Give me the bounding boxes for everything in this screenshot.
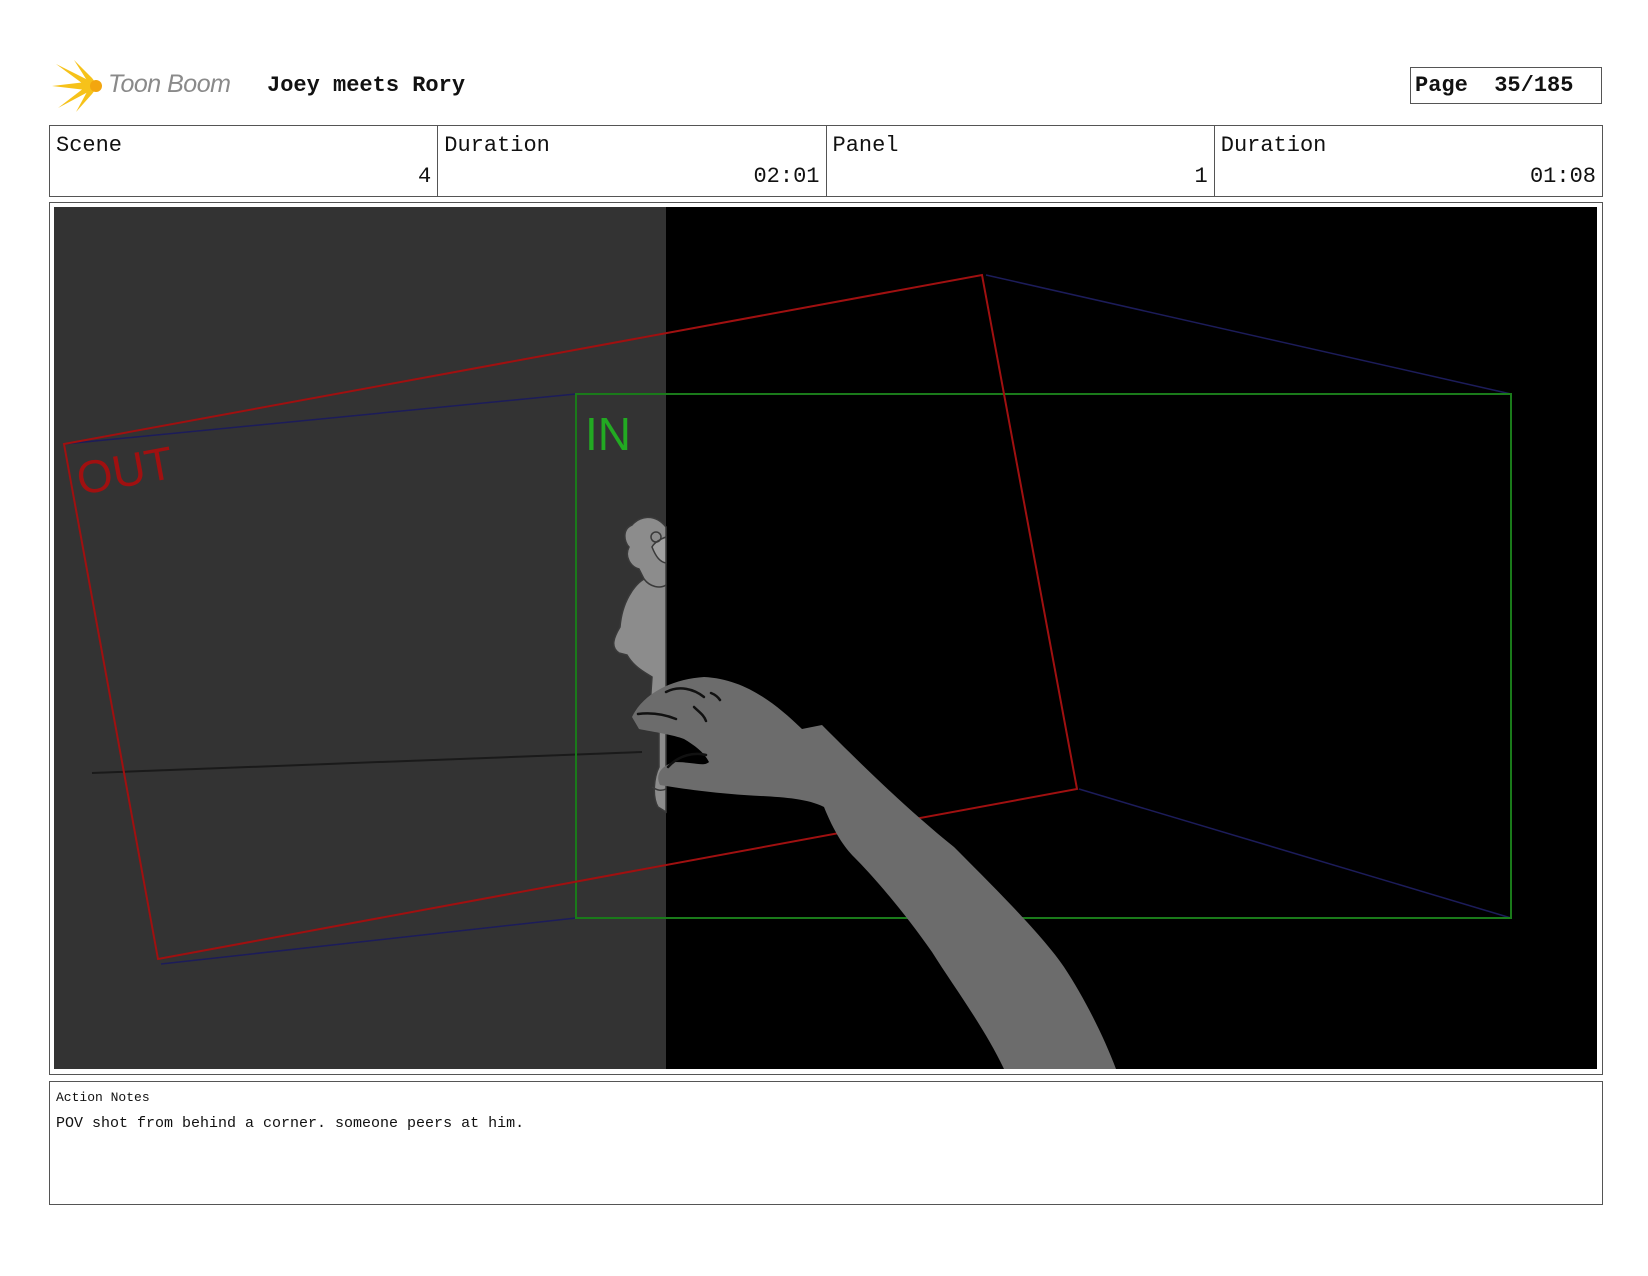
storyboard-panel: IN OUT [49, 202, 1603, 1075]
wall-shape [54, 207, 666, 1069]
action-notes: Action Notes POV shot from behind a corn… [49, 1081, 1603, 1205]
action-notes-label: Action Notes [56, 1090, 150, 1105]
scene-duration-cell: Duration 02:01 [438, 126, 827, 196]
action-notes-text: POV shot from behind a corner. someone p… [56, 1115, 525, 1132]
panel-duration-cell: Duration 01:08 [1215, 126, 1602, 196]
panel-value: 1 [1194, 164, 1208, 189]
in-frame [575, 393, 1512, 919]
panel-duration-value: 01:08 [1529, 164, 1596, 189]
scene-duration-label: Duration [444, 133, 550, 158]
scene-label: Scene [56, 133, 123, 158]
panel-duration-label: Duration [1220, 133, 1327, 158]
panel-drawing: IN OUT [54, 207, 1512, 1069]
page-label: Page [1415, 73, 1468, 98]
page-number: 35/185 [1494, 73, 1574, 98]
panel-image: IN OUT [54, 207, 1597, 1069]
panel-label: Panel [832, 133, 899, 158]
project-title: Joey meets Rory [267, 73, 466, 98]
scene-value: 4 [418, 164, 432, 189]
reaching-arm [632, 677, 1116, 1069]
panel-cell: Panel 1 [827, 126, 1215, 196]
in-label: IN [585, 408, 631, 460]
scene-info-table: Scene 4 Duration 02:01 Panel 1 Duration … [49, 125, 1603, 197]
logo-text: Toon Boom [108, 70, 231, 98]
scene-duration-value: 02:01 [753, 164, 820, 189]
page-indicator: Page 35/185 [1410, 67, 1602, 104]
scene-cell: Scene 4 [50, 126, 439, 196]
